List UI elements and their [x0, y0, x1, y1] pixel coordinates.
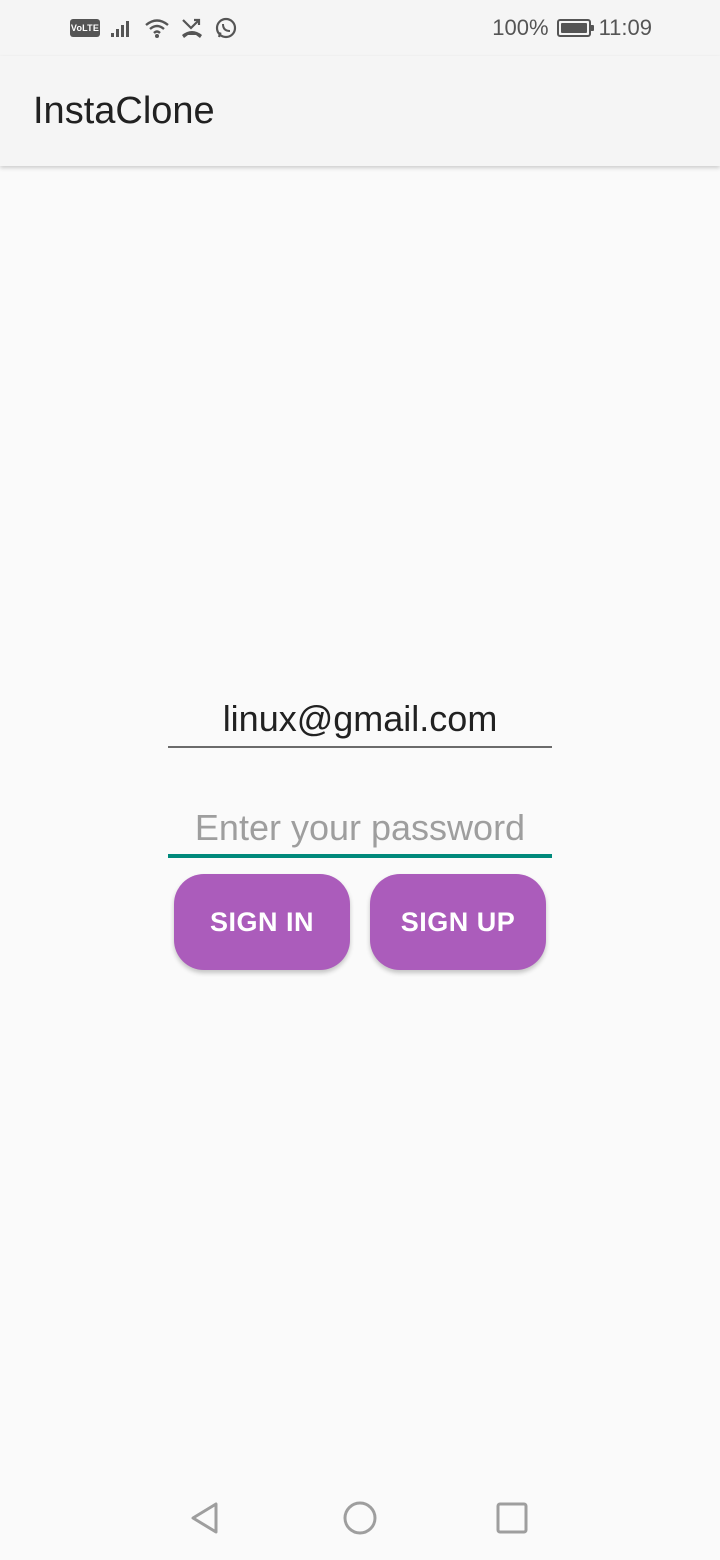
battery-percent: 100%: [492, 15, 549, 40]
back-icon[interactable]: [186, 1498, 226, 1538]
missed-call-icon: [180, 17, 204, 39]
sign-up-button[interactable]: SIGN UP: [370, 874, 546, 970]
navigation-bar: [0, 1476, 720, 1560]
battery-icon: [556, 19, 594, 37]
app-title: InstaClone: [33, 90, 215, 132]
password-field[interactable]: [168, 802, 552, 858]
whatsapp-icon: [214, 16, 238, 40]
status-bar: VoLTE 100% 11:09: [0, 0, 720, 56]
app-bar: InstaClone: [0, 56, 720, 166]
recents-icon[interactable]: [492, 1498, 532, 1538]
status-icons-right: 100% 11:09: [492, 14, 652, 42]
home-icon[interactable]: [340, 1498, 380, 1538]
clock: 11:09: [598, 15, 652, 40]
wifi-icon: [144, 17, 170, 39]
status-icons-left: VoLTE: [70, 14, 238, 42]
email-field[interactable]: [168, 692, 552, 748]
volte-icon: VoLTE: [70, 19, 100, 37]
sign-in-button[interactable]: SIGN IN: [174, 874, 350, 970]
signal-icon: [110, 18, 134, 38]
screen: VoLTE 100% 11:09 InstaClone linux@gmail.…: [0, 0, 720, 1560]
